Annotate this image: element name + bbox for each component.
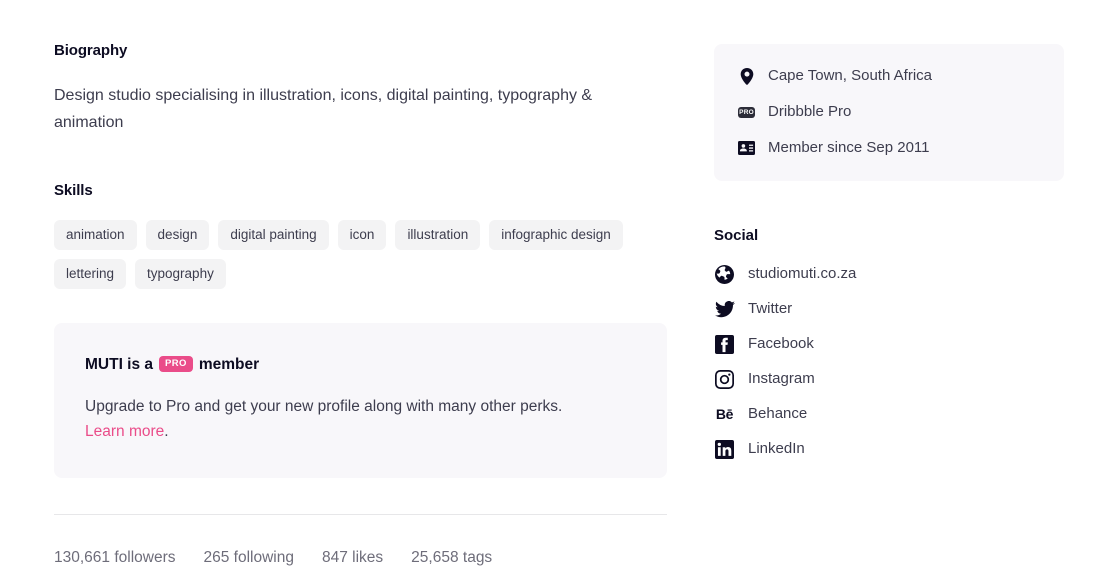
member-card-icon (738, 140, 755, 157)
info-row-dribbble-pro: PRO Dribbble Pro (738, 100, 1040, 124)
biography-text: Design studio specialising in illustrati… (54, 87, 593, 131)
profile-main-column: Biography Design studio specialising in … (54, 40, 668, 569)
twitter-icon (714, 299, 735, 320)
social-link-label: Behance (748, 405, 808, 422)
social-link-facebook[interactable]: Facebook (714, 332, 1064, 356)
pro-upgrade-promo-box: MUTI is a PRO member Upgrade to Pro and … (54, 323, 667, 478)
profile-about-panel: Biography Design studio specialising in … (0, 0, 1106, 570)
skill-tag[interactable]: illustration (395, 220, 481, 250)
promo-title: MUTI is a PRO member (85, 354, 637, 376)
profile-sidebar: Cape Town, South Africa PRO Dribbble Pro… (714, 44, 1064, 461)
social-link-behance[interactable]: Bē Behance (714, 402, 1064, 426)
social-link-label: LinkedIn (748, 440, 805, 457)
info-row-member-since: Member since Sep 2011 (738, 136, 1040, 160)
skill-tag[interactable]: infographic design (489, 220, 623, 250)
info-member-since-text: Member since Sep 2011 (768, 139, 930, 156)
skill-tag[interactable]: animation (54, 220, 137, 250)
profile-info-card: Cape Town, South Africa PRO Dribbble Pro… (714, 44, 1064, 181)
promo-link-period: . (164, 423, 169, 440)
info-dribbble-pro-text: Dribbble Pro (768, 103, 852, 120)
social-link-label: studiomuti.co.za (748, 265, 857, 282)
facebook-icon (714, 334, 735, 355)
social-links-list: studiomuti.co.za Twitter Facebook Instag… (714, 262, 1064, 461)
stat-followers[interactable]: 130,661 followers (54, 547, 176, 569)
skills-heading: Skills (54, 182, 93, 199)
social-heading: Social (714, 227, 759, 244)
location-pin-icon (738, 67, 755, 85)
behance-icon: Bē (715, 406, 734, 422)
promo-description-text: Upgrade to Pro and get your new profile … (85, 398, 563, 415)
promo-title-suffix: member (198, 356, 260, 373)
social-link-label: Twitter (748, 300, 793, 317)
stats-divider (54, 514, 667, 515)
skills-tag-list: animation design digital painting icon i… (54, 220, 668, 289)
social-link-twitter[interactable]: Twitter (714, 297, 1064, 321)
learn-more-link[interactable]: Learn more (85, 423, 164, 440)
social-link-label: Facebook (748, 335, 814, 352)
promo-title-prefix: MUTI is a (85, 356, 154, 373)
social-link-website[interactable]: studiomuti.co.za (714, 262, 1064, 286)
info-row-location: Cape Town, South Africa (738, 64, 1040, 88)
stat-likes[interactable]: 847 likes (322, 547, 383, 569)
skill-tag[interactable]: design (145, 220, 210, 250)
stat-tags[interactable]: 25,658 tags (411, 547, 492, 569)
biography-heading: Biography (54, 42, 128, 59)
social-link-instagram[interactable]: Instagram (714, 367, 1064, 391)
info-location-text: Cape Town, South Africa (768, 67, 932, 84)
skill-tag[interactable]: digital painting (218, 220, 329, 250)
pro-badge-icon: PRO (738, 106, 755, 118)
instagram-icon (714, 369, 735, 390)
linkedin-icon (714, 439, 735, 460)
skill-tag[interactable]: lettering (54, 259, 127, 289)
globe-icon (714, 264, 735, 285)
stat-following[interactable]: 265 following (204, 547, 294, 569)
social-link-label: Instagram (748, 370, 815, 387)
skill-tag[interactable]: icon (337, 220, 387, 250)
profile-stats-row: 130,661 followers 265 following 847 like… (54, 547, 668, 569)
promo-description: Upgrade to Pro and get your new profile … (85, 394, 637, 444)
skill-tag[interactable]: typography (135, 259, 226, 289)
pro-badge-icon: PRO (159, 356, 193, 372)
social-link-linkedin[interactable]: LinkedIn (714, 437, 1064, 461)
